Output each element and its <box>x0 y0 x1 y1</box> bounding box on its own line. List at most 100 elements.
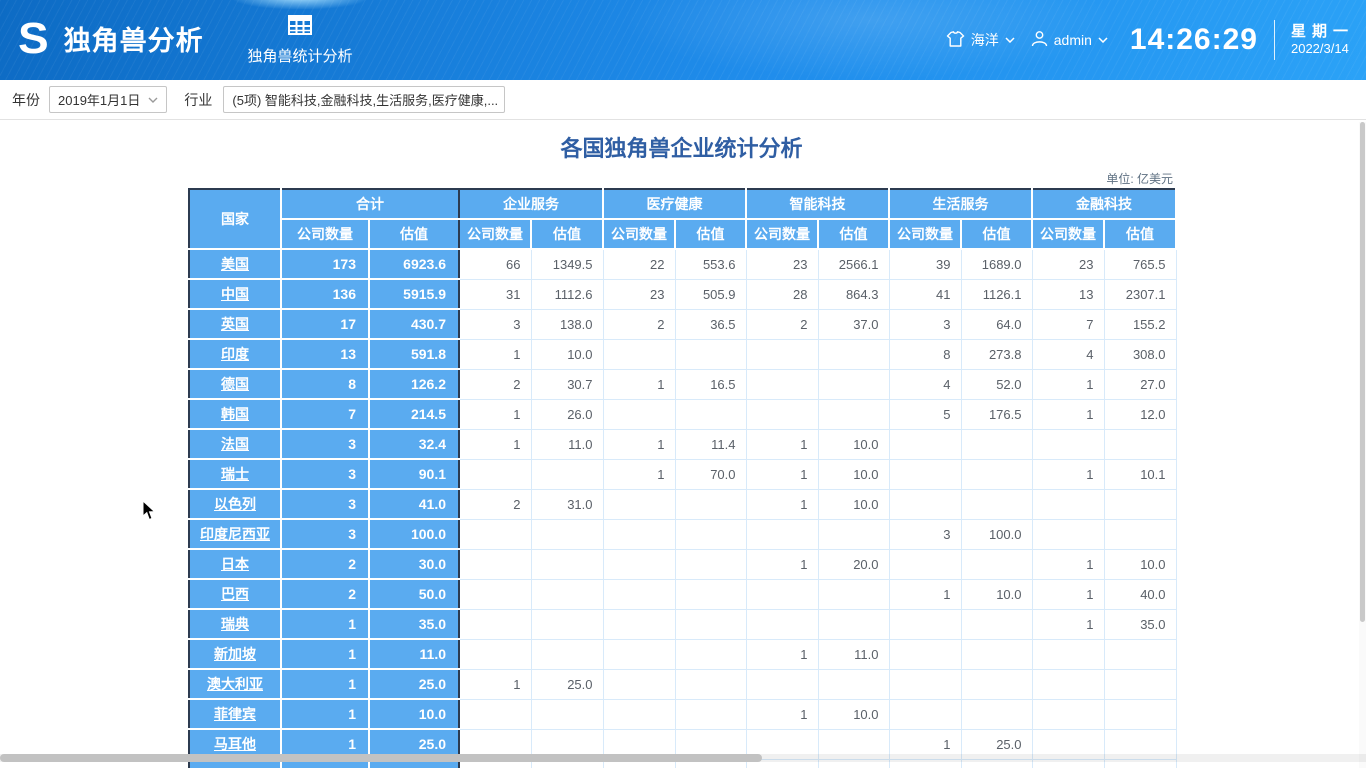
total-cell: 173 <box>281 249 369 279</box>
username-label: admin <box>1054 32 1092 48</box>
col-subheader: 估值 <box>818 219 889 249</box>
data-cell: 1 <box>1032 399 1104 429</box>
total-cell: 50.0 <box>369 579 459 609</box>
vertical-scrollbar-thumb[interactable] <box>1360 122 1365 622</box>
data-cell: 40.0 <box>1104 579 1176 609</box>
col-subheader: 估值 <box>531 219 603 249</box>
country-cell: 印度 <box>189 339 281 369</box>
data-cell: 31 <box>459 279 531 309</box>
horizontal-scrollbar-thumb[interactable] <box>0 754 762 762</box>
country-link[interactable]: 菲律宾 <box>214 706 256 722</box>
country-link[interactable]: 印度尼西亚 <box>200 526 270 542</box>
col-subheader: 公司数量 <box>459 219 531 249</box>
col-group-header: 金融科技 <box>1032 189 1176 219</box>
country-link[interactable]: 英国 <box>221 316 249 332</box>
page-title: 各国独角兽企业统计分析 <box>188 131 1175 163</box>
data-cell <box>531 579 603 609</box>
data-cell <box>675 489 746 519</box>
data-cell <box>459 519 531 549</box>
data-cell <box>459 699 531 729</box>
total-cell: 3 <box>281 519 369 549</box>
theme-selector[interactable]: 海洋 <box>946 30 1015 50</box>
country-link[interactable]: 美国 <box>221 256 249 272</box>
data-cell: 28 <box>746 279 818 309</box>
col-subheader: 公司数量 <box>1032 219 1104 249</box>
data-cell <box>961 699 1032 729</box>
country-link[interactable]: 印度 <box>221 346 249 362</box>
country-link[interactable]: 德国 <box>221 376 249 392</box>
data-cell <box>603 549 675 579</box>
country-link[interactable]: 瑞士 <box>221 466 249 482</box>
data-cell: 2 <box>459 489 531 519</box>
data-cell <box>531 459 603 489</box>
country-link[interactable]: 澳大利亚 <box>207 676 263 692</box>
table-header-row-groups: 国家合计企业服务医疗健康智能科技生活服务金融科技 <box>189 189 1176 219</box>
country-link[interactable]: 瑞典 <box>221 616 249 632</box>
data-cell: 1 <box>603 459 675 489</box>
data-cell: 20.0 <box>818 549 889 579</box>
country-link[interactable]: 日本 <box>221 556 249 572</box>
data-cell: 1 <box>746 699 818 729</box>
total-cell: 126.2 <box>369 369 459 399</box>
data-cell: 10.1 <box>1104 459 1176 489</box>
industry-select[interactable]: (5项) 智能科技,金融科技,生活服务,医疗健康,... <box>223 86 505 113</box>
data-cell <box>889 699 961 729</box>
data-cell <box>459 459 531 489</box>
country-link[interactable]: 法国 <box>221 436 249 452</box>
data-cell: 70.0 <box>675 459 746 489</box>
total-cell: 1 <box>281 639 369 669</box>
data-cell: 52.0 <box>961 369 1032 399</box>
table-body: 美国1736923.6661349.522553.6232566.1391689… <box>189 249 1176 768</box>
data-cell <box>889 549 961 579</box>
data-cell <box>961 459 1032 489</box>
data-cell <box>675 699 746 729</box>
data-cell: 12.0 <box>1104 399 1176 429</box>
country-link[interactable]: 以色列 <box>214 496 256 512</box>
user-menu[interactable]: admin <box>1031 30 1108 50</box>
tab-unicorn-statistics[interactable]: 独角兽统计分析 <box>226 0 374 80</box>
data-cell <box>1104 669 1176 699</box>
data-cell: 308.0 <box>1104 339 1176 369</box>
country-link[interactable]: 新加坡 <box>214 646 256 662</box>
data-cell: 64.0 <box>961 309 1032 339</box>
data-cell: 10.0 <box>818 699 889 729</box>
country-link[interactable]: 韩国 <box>221 406 249 422</box>
data-cell <box>531 639 603 669</box>
data-cell: 39 <box>889 249 961 279</box>
total-cell: 5915.9 <box>369 279 459 309</box>
country-link[interactable]: 中国 <box>221 286 249 302</box>
data-cell <box>1104 489 1176 519</box>
vertical-scrollbar <box>1359 122 1366 768</box>
country-cell: 新加坡 <box>189 639 281 669</box>
col-header-country: 国家 <box>189 189 281 249</box>
data-cell <box>459 609 531 639</box>
total-cell: 3 <box>281 459 369 489</box>
year-select[interactable]: 2019年1月1日 <box>49 86 167 113</box>
data-cell <box>675 639 746 669</box>
data-cell <box>675 669 746 699</box>
total-cell: 136 <box>281 279 369 309</box>
theme-label: 海洋 <box>971 30 999 50</box>
data-cell <box>1032 489 1104 519</box>
data-cell: 1 <box>603 369 675 399</box>
data-cell: 138.0 <box>531 309 603 339</box>
data-cell: 10.0 <box>818 459 889 489</box>
data-cell <box>603 339 675 369</box>
country-link[interactable]: 马耳他 <box>214 736 256 752</box>
data-cell <box>818 369 889 399</box>
data-cell: 26.0 <box>531 399 603 429</box>
total-cell: 41.0 <box>369 489 459 519</box>
total-cell: 17 <box>281 309 369 339</box>
country-link[interactable]: 巴西 <box>221 586 249 602</box>
industry-filter-label: 行业 <box>184 90 212 110</box>
data-cell <box>818 339 889 369</box>
data-cell <box>531 609 603 639</box>
data-cell <box>603 609 675 639</box>
data-cell: 66 <box>459 249 531 279</box>
data-cell: 1 <box>1032 549 1104 579</box>
data-cell <box>1032 669 1104 699</box>
country-cell: 以色列 <box>189 489 281 519</box>
data-cell <box>675 399 746 429</box>
table-row: 瑞典135.0135.0 <box>189 609 1176 639</box>
data-cell <box>889 639 961 669</box>
